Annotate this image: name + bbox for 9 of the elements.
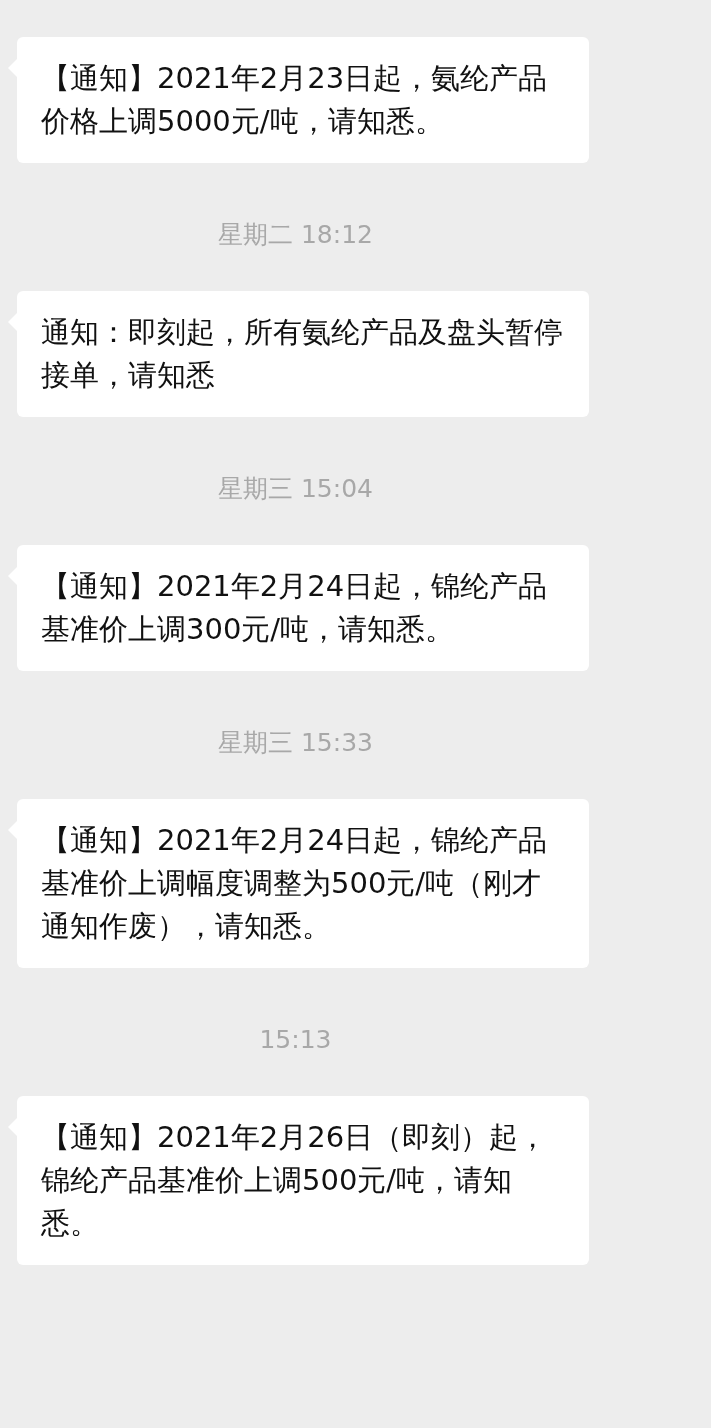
timestamp: 15:13 (259, 1024, 332, 1056)
timestamp: 星期三 15:33 (218, 727, 373, 759)
message-bubble: 通知：即刻起，所有氨纶产品及盘头暂停接单，请知悉 (17, 291, 589, 417)
timestamp: 星期二 18:12 (218, 219, 373, 251)
message-bubble: 【通知】2021年2月26日（即刻）起，锦纶产品基准价上调500元/吨，请知悉。 (17, 1096, 589, 1265)
message-bubble: 【通知】2021年2月23日起，氨纶产品价格上调5000元/吨，请知悉。 (17, 37, 589, 163)
timestamp: 星期三 15:04 (218, 473, 373, 505)
message-bubble: 【通知】2021年2月24日起，锦纶产品基准价上调300元/吨，请知悉。 (17, 545, 589, 671)
message-bubble: 【通知】2021年2月24日起，锦纶产品基准价上调幅度调整为500元/吨（刚才通知作废），请知悉。 (17, 799, 589, 968)
